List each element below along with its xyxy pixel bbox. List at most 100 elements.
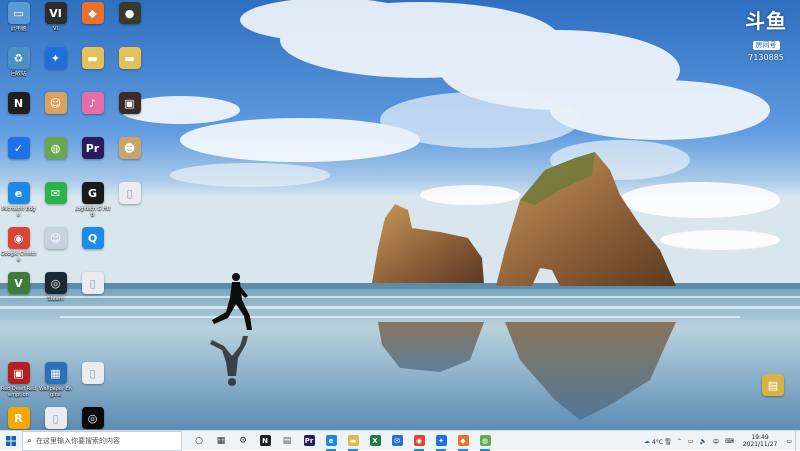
computer-icon: ▭ — [7, 2, 30, 24]
stream-watermark: 斗鱼 房间号 7130885 — [738, 10, 794, 62]
volume-icon[interactable]: 🔈 — [697, 438, 710, 445]
desktop-icon[interactable]: ✦ — [37, 45, 74, 90]
desktop-icon-label: 回收站 — [10, 71, 26, 77]
game-dark-icon: ● — [118, 2, 141, 24]
premiere-taskbar-icon: Pr — [303, 435, 315, 446]
shield-icon: ✓ — [7, 137, 30, 159]
desktop-icon[interactable]: ▭ 此电脑 — [0, 0, 37, 45]
desktop-icon[interactable]: ◉ Google Chrome — [0, 225, 37, 270]
edge-taskbar-icon: e — [325, 435, 337, 446]
chrome-taskbar-icon: ◉ — [413, 435, 425, 446]
desktop-icon[interactable]: ◎ Steam — [37, 270, 74, 315]
desktop-icon[interactable]: ◆ — [74, 0, 111, 45]
notion-taskbar-icon: N — [259, 435, 271, 446]
logitech-icon: G — [81, 182, 104, 204]
rdr-icon: ▣ — [7, 362, 30, 384]
desktop-icon[interactable]: N — [0, 90, 37, 135]
start-button[interactable] — [0, 431, 22, 451]
taskbar-app-button[interactable]: Pr — [298, 431, 320, 451]
document-icon: ▯ — [118, 182, 141, 204]
desktop-icon[interactable]: ♪ — [74, 90, 111, 135]
globe-icon: ◍ — [44, 137, 67, 159]
desktop-icon[interactable]: ◍ — [37, 135, 74, 180]
watermark-room-id: 7130885 — [748, 53, 784, 62]
desktop-icon[interactable]: Q — [74, 225, 111, 270]
taskbar-app-button[interactable]: ✉ — [386, 431, 408, 451]
blue-app-taskbar-icon: ✦ — [435, 435, 447, 446]
explorer-icon: ▬ — [347, 435, 359, 446]
empty-grid-slot — [0, 315, 37, 360]
desktop-icon[interactable]: ☺ — [37, 225, 74, 270]
desktop-icon[interactable]: ▯ — [74, 270, 111, 315]
taskbar-app-button[interactable]: N — [254, 431, 276, 451]
desktop-icon[interactable]: ✉ — [37, 180, 74, 225]
desktop-icon[interactable]: e Microsoft Edge — [0, 180, 37, 225]
taskbar-app-button[interactable]: ◉ — [408, 431, 430, 451]
desktop-icon[interactable]: ▦ Wallpaper Engine — [37, 360, 74, 405]
calculator-icon: ▤ — [282, 435, 292, 446]
desktop-icon[interactable]: ● — [111, 0, 148, 45]
empty-grid-slot — [111, 315, 148, 360]
taskbar-app-button[interactable]: ○ — [188, 431, 210, 451]
steam-icon: ◎ — [44, 272, 67, 294]
desktop-icon[interactable]: VI VI — [37, 0, 74, 45]
taskbar-search-box[interactable]: ⌕ 在这里输入你要搜索的内容 — [22, 430, 182, 451]
desktop-icon[interactable]: ▣ — [111, 90, 148, 135]
desktop-icon-grid: ▭ 此电脑 VI VI ◆ ● ♻ 回收站 ✦ ▬ ▬ N ☺ ♪ ▣ ✓ ◍ Pr ☻ e Microsoft Edg… — [0, 0, 148, 430]
taskbar-clock[interactable]: 19:49 2021/11/27 — [737, 434, 784, 448]
taskbar-app-button[interactable]: X — [364, 431, 386, 451]
network-icon[interactable]: ▭ — [685, 438, 697, 445]
desktop-icon[interactable]: ♻ 回收站 — [0, 45, 37, 90]
empty-grid-slot — [111, 225, 148, 270]
show-desktop-button[interactable] — [795, 431, 800, 451]
widgets-icon: ▦ — [216, 435, 226, 446]
pink-app-icon: ♪ — [81, 92, 104, 114]
taskbar: ⌕ 在这里输入你要搜索的内容 ○ ▦ ⚙ N ▤ Pr e ▬ X ✉ ◉ ✦ ◆ ◍ ☁ 4°C 雪 ⌃… — [0, 430, 800, 451]
taskbar-app-button[interactable]: ◆ — [452, 431, 474, 451]
desktop-icon[interactable]: ☻ — [111, 135, 148, 180]
desktop-icon[interactable]: ▯ — [111, 180, 148, 225]
search-placeholder: 在这里输入你要搜索的内容 — [36, 436, 121, 445]
clock-time: 19:49 — [751, 434, 769, 441]
desktop-icon[interactable]: ☺ — [37, 90, 74, 135]
taskbar-app-button[interactable]: ⚙ — [232, 431, 254, 451]
taskbar-pinned-apps: ○ ▦ ⚙ N ▤ Pr e ▬ X ✉ ◉ ✦ ◆ ◍ — [188, 431, 496, 451]
desktop-icon[interactable]: G Logitech G HUB — [74, 180, 111, 225]
gta-icon: V — [7, 272, 30, 294]
watermark-logo: 斗鱼 — [745, 9, 787, 33]
desktop-icon[interactable]: ✓ — [0, 135, 37, 180]
taskbar-app-button[interactable]: ▤ — [276, 431, 298, 451]
zip-file-icon: ▤ — [762, 374, 784, 396]
desktop-file-right[interactable]: ▤ — [760, 372, 786, 398]
desktop-icon[interactable]: V — [0, 270, 37, 315]
desktop-icon[interactable]: ▯ — [74, 360, 111, 405]
windows-logo-icon — [6, 435, 16, 446]
weather-widget[interactable]: ☁ 4°C 雪 — [641, 437, 674, 446]
mail-icon: ✉ — [391, 435, 403, 446]
empty-grid-slot — [37, 315, 74, 360]
desktop-icon[interactable]: ▬ — [74, 45, 111, 90]
desktop-icon[interactable]: Pr — [74, 135, 111, 180]
character-icon: ☻ — [118, 137, 141, 159]
blue-app-icon: ✦ — [44, 47, 67, 69]
desktop-icon[interactable]: ▬ — [111, 45, 148, 90]
taskbar-app-button[interactable]: ▦ — [210, 431, 232, 451]
tray-overflow-icon[interactable]: ⌃ — [674, 438, 685, 445]
document-icon-3: ▯ — [81, 362, 104, 384]
input-language-indicator[interactable]: 中 — [710, 437, 722, 446]
desktop-icon[interactable]: ▣ Red Dead Redemption — [0, 360, 37, 405]
taskbar-app-button[interactable]: ◍ — [474, 431, 496, 451]
edge-icon: e — [7, 182, 30, 204]
ime-icon[interactable]: ⌨ — [722, 438, 737, 445]
weather-text: 4°C 雪 — [651, 438, 671, 446]
task-view-icon: ○ — [195, 435, 203, 446]
wechat-icon: ✉ — [44, 182, 67, 204]
taskbar-app-button[interactable]: ▬ — [342, 431, 364, 451]
anime-icon-2: ☺ — [44, 227, 67, 249]
spiral-app-icon: ◎ — [81, 407, 104, 429]
taskbar-app-button[interactable]: ✦ — [430, 431, 452, 451]
taskbar-app-button[interactable]: e — [320, 431, 342, 451]
notification-icon[interactable]: ▭ — [783, 438, 795, 445]
chrome-icon: ◉ — [7, 227, 30, 249]
folder-icon-2: ▬ — [118, 47, 141, 69]
